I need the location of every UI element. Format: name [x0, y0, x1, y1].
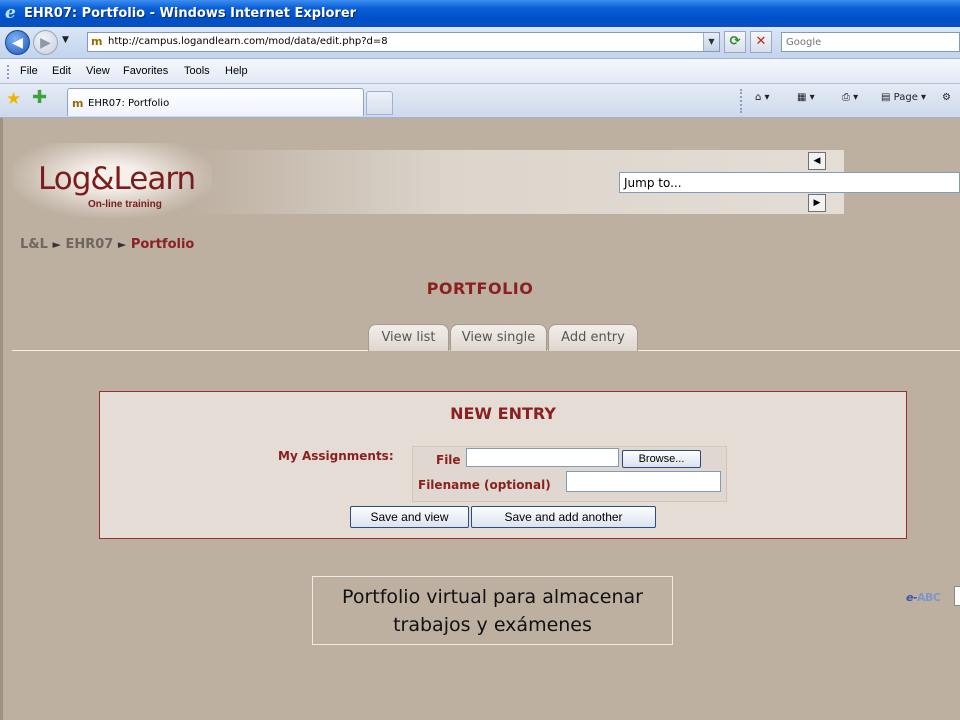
menu-grip	[7, 65, 10, 79]
caption-line-1: Portfolio virtual para almacenar	[342, 586, 643, 608]
tab-active[interactable]: m EHR07: Portfolio	[67, 88, 364, 116]
file-label: File	[436, 453, 461, 467]
save-and-view-button[interactable]: Save and view	[350, 506, 469, 528]
moodle-favicon-icon: m	[91, 35, 103, 48]
menu-file[interactable]: File	[20, 65, 38, 77]
tools-gear-icon[interactable]: ⚙	[942, 92, 951, 103]
ie-logo-icon: e	[5, 3, 16, 23]
eabc-logo: e-ABC	[906, 591, 941, 604]
tab-add-entry[interactable]: Add entry	[548, 324, 638, 351]
tab-view-single[interactable]: View single	[450, 324, 547, 351]
assignments-label: My Assignments:	[278, 449, 394, 463]
menu-edit[interactable]: Edit	[52, 65, 71, 77]
address-url[interactable]: http://campus.logandlearn.com/mod/data/e…	[108, 36, 388, 47]
page-menu-label: Page	[893, 92, 918, 103]
prev-activity-button[interactable]: ◀	[808, 152, 826, 170]
next-activity-button[interactable]: ▶	[808, 194, 826, 212]
logo-tagline: On-line training	[88, 199, 162, 210]
search-input[interactable]	[782, 33, 959, 51]
menu-tools[interactable]: Tools	[184, 65, 210, 77]
address-row: ◀ ▶ ▼ m http://campus.logandlearn.com/mo…	[0, 27, 960, 59]
menu-help[interactable]: Help	[225, 65, 248, 77]
recent-pages-dropdown-icon[interactable]: ▼	[62, 35, 69, 45]
breadcrumb: L&L ► EHR07 ► Portfolio	[20, 237, 194, 252]
back-button[interactable]: ◀	[5, 30, 30, 55]
tab-row: ★ ✚ m EHR07: Portfolio ⌂ ▾ ▦ ▾ ⎙ ▾ ▤ Pag…	[0, 84, 960, 118]
forward-button[interactable]: ▶	[33, 30, 58, 55]
site-logo[interactable]: Log&Learn On-line training	[12, 143, 212, 218]
menu-view[interactable]: View	[86, 65, 110, 77]
breadcrumb-current: Portfolio	[130, 237, 195, 252]
menu-favorites[interactable]: Favorites	[123, 65, 168, 77]
breadcrumb-separator: ►	[117, 238, 127, 251]
tab-view-list[interactable]: View list	[368, 324, 449, 351]
new-tab-button[interactable]	[366, 91, 393, 115]
breadcrumb-root[interactable]: L&L	[20, 237, 48, 252]
menu-bar: File Edit View Favorites Tools Help	[0, 59, 960, 84]
print-icon[interactable]: ⎙ ▾	[842, 92, 858, 103]
tab-label: EHR07: Portfolio	[88, 98, 170, 109]
add-favorite-icon[interactable]: ✚	[32, 89, 47, 107]
page-menu[interactable]: ▤ Page ▾	[881, 92, 926, 103]
favorites-star-icon[interactable]: ★	[6, 90, 21, 108]
eabc-logo-abc: ABC	[917, 591, 941, 604]
address-dropdown-icon[interactable]: ▼	[703, 33, 719, 51]
page-title: PORTFOLIO	[426, 279, 534, 298]
caption-line-2: trabajos y exámenes	[393, 614, 592, 636]
page-content: Log&Learn On-line training ◀ Jump to... …	[0, 118, 960, 720]
save-and-add-another-button[interactable]: Save and add another	[471, 506, 656, 528]
breadcrumb-separator: ►	[52, 238, 61, 251]
search-box[interactable]	[781, 32, 960, 52]
breadcrumb-course[interactable]: EHR07	[65, 237, 113, 252]
moodle-favicon-icon: m	[72, 97, 84, 110]
browse-button[interactable]: Browse...	[622, 450, 701, 468]
window-title: EHR07: Portfolio - Windows Internet Expl…	[24, 6, 357, 21]
jump-to-select[interactable]: Jump to...	[619, 172, 960, 193]
filename-label: Filename (optional)	[418, 478, 551, 492]
toolbar-divider	[740, 89, 743, 113]
frame-edge	[0, 118, 3, 720]
caption-box: Portfolio virtual para almacenar trabajo…	[312, 576, 673, 645]
title-bar: e EHR07: Portfolio - Windows Internet Ex…	[0, 0, 960, 27]
logo-wordmark: Log&Learn	[38, 161, 196, 197]
feeds-icon[interactable]: ▦ ▾	[797, 92, 815, 103]
eabc-logo-e: e-	[906, 591, 918, 604]
stop-button[interactable]: ✕	[750, 31, 772, 53]
refresh-button[interactable]: ⟳	[724, 31, 746, 53]
side-input[interactable]	[954, 586, 960, 606]
home-icon[interactable]: ⌂ ▾	[755, 92, 770, 103]
filename-input[interactable]	[566, 471, 721, 492]
form-title: NEW ENTRY	[450, 404, 556, 423]
address-bar[interactable]: m http://campus.logandlearn.com/mod/data…	[87, 32, 720, 52]
new-entry-form: NEW ENTRY My Assignments: File Browse...…	[99, 391, 907, 539]
file-path-input[interactable]	[466, 448, 619, 467]
